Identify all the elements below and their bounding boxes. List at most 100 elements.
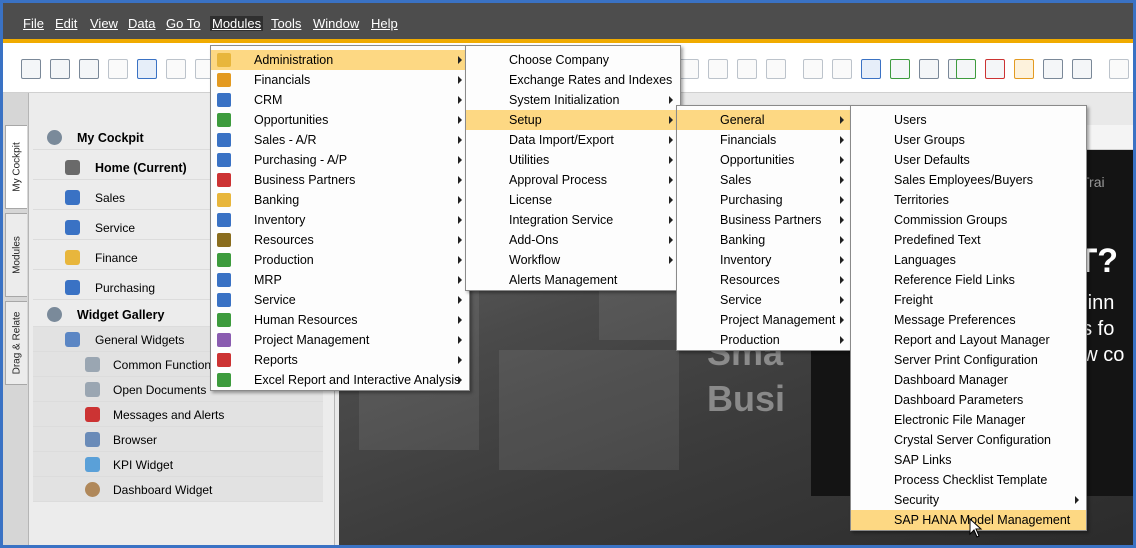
setup-item-resources[interactable]: Resources [677, 270, 851, 290]
general-item-users[interactable]: Users [851, 110, 1086, 130]
widget-browser[interactable]: Browser [33, 427, 323, 452]
setup-item-general[interactable]: General [677, 110, 851, 130]
administration-item-data-import-export[interactable]: Data Import/Export [466, 130, 680, 150]
general-item-sales-employees-buyers[interactable]: Sales Employees/Buyers [851, 170, 1086, 190]
modules-item-opportunities[interactable]: Opportunities [211, 110, 469, 130]
setup-item-service[interactable]: Service [677, 290, 851, 310]
administration-item-setup[interactable]: Setup [466, 110, 680, 130]
print-preview-icon[interactable] [21, 59, 41, 79]
fax-icon[interactable] [137, 59, 157, 79]
settings-icon[interactable] [766, 59, 786, 79]
general-item-freight[interactable]: Freight [851, 290, 1086, 310]
administration-item-workflow[interactable]: Workflow [466, 250, 680, 270]
modules-item-financials[interactable]: Financials [211, 70, 469, 90]
setup-item-inventory[interactable]: Inventory [677, 250, 851, 270]
general-item-security[interactable]: Security [851, 490, 1086, 510]
checklist-icon[interactable] [956, 59, 976, 79]
general-item-territories[interactable]: Territories [851, 190, 1086, 210]
modules-item-production[interactable]: Production [211, 250, 469, 270]
modules-item-resources[interactable]: Resources [211, 230, 469, 250]
administration-item-approval-process[interactable]: Approval Process [466, 170, 680, 190]
menu-go-to[interactable]: Go To [166, 16, 200, 31]
tab-my-cockpit[interactable]: My Cockpit [5, 125, 27, 209]
modules-item-label: Business Partners [254, 173, 356, 187]
database-icon[interactable] [861, 59, 881, 79]
menu-tools[interactable]: Tools [271, 16, 301, 31]
administration-item-choose-company[interactable]: Choose Company [466, 50, 680, 70]
gross-profit-icon[interactable] [737, 59, 757, 79]
administration-item-integration-service[interactable]: Integration Service [466, 210, 680, 230]
setup-item-project-management[interactable]: Project Management [677, 310, 851, 330]
modules-item-administration[interactable]: Administration [211, 50, 469, 70]
general-item-user-groups[interactable]: User Groups [851, 130, 1086, 150]
user-icon[interactable] [1072, 59, 1092, 79]
modules-item-banking[interactable]: Banking [211, 190, 469, 210]
administration-item-system-initialization[interactable]: System Initialization [466, 90, 680, 110]
general-item-languages[interactable]: Languages [851, 250, 1086, 270]
setup-item-banking[interactable]: Banking [677, 230, 851, 250]
modules-item-inventory[interactable]: Inventory [211, 210, 469, 230]
message-icon[interactable] [919, 59, 939, 79]
submenu-arrow-icon [840, 176, 844, 184]
general-item-electronic-file-manager[interactable]: Electronic File Manager [851, 410, 1086, 430]
general-item-dashboard-manager[interactable]: Dashboard Manager [851, 370, 1086, 390]
modules-item-mrp[interactable]: MRP [211, 270, 469, 290]
base-document-icon[interactable] [679, 59, 699, 79]
menu-modules[interactable]: Modules [210, 16, 264, 31]
general-item-predefined-text[interactable]: Predefined Text [851, 230, 1086, 250]
general-item-dashboard-parameters[interactable]: Dashboard Parameters [851, 390, 1086, 410]
menu-view[interactable]: View [90, 16, 118, 31]
general-item-reference-field-links[interactable]: Reference Field Links [851, 270, 1086, 290]
calendar-icon[interactable] [1014, 59, 1034, 79]
general-item-sap-links[interactable]: SAP Links [851, 450, 1086, 470]
general-item-server-print-configuration[interactable]: Server Print Configuration [851, 350, 1086, 370]
modules-item-excel-report-and-interactive-analysis[interactable]: Excel Report and Interactive Analysis [211, 370, 469, 390]
modules-item-service[interactable]: Service [211, 290, 469, 310]
general-item-message-preferences[interactable]: Message Preferences [851, 310, 1086, 330]
sms-icon[interactable] [108, 59, 128, 79]
modules-item-crm[interactable]: CRM [211, 90, 469, 110]
widget-messages-alerts[interactable]: Messages and Alerts [33, 402, 323, 427]
target-document-icon[interactable] [708, 59, 728, 79]
menu-edit[interactable]: Edit [55, 16, 77, 31]
org-chart-icon[interactable] [1043, 59, 1063, 79]
tab-drag-relate[interactable]: Drag & Relate [5, 301, 27, 385]
setup-item-sales[interactable]: Sales [677, 170, 851, 190]
modules-item-project-management[interactable]: Project Management [211, 330, 469, 350]
widget-kpi[interactable]: KPI Widget [33, 452, 323, 477]
export-excel-icon[interactable] [166, 59, 186, 79]
menu-data[interactable]: Data [128, 16, 155, 31]
menu-help[interactable]: Help [371, 16, 398, 31]
general-item-process-checklist-template[interactable]: Process Checklist Template [851, 470, 1086, 490]
query-wizard-icon[interactable] [890, 59, 910, 79]
administration-item-add-ons[interactable]: Add-Ons [466, 230, 680, 250]
modules-item-reports[interactable]: Reports [211, 350, 469, 370]
email-icon[interactable] [79, 59, 99, 79]
modules-item-business-partners[interactable]: Business Partners [211, 170, 469, 190]
general-item-user-defaults[interactable]: User Defaults [851, 150, 1086, 170]
widget-dashboard[interactable]: Dashboard Widget [33, 477, 323, 502]
setup-item-production[interactable]: Production [677, 330, 851, 350]
print-icon[interactable] [50, 59, 70, 79]
administration-item-exchange-rates-and-indexes[interactable]: Exchange Rates and Indexes [466, 70, 680, 90]
menu-window[interactable]: Window [313, 16, 359, 31]
general-item-crystal-server-configuration[interactable]: Crystal Server Configuration [851, 430, 1086, 450]
modules-item-human-resources[interactable]: Human Resources [211, 310, 469, 330]
alert-mail-icon[interactable] [985, 59, 1005, 79]
modules-item-purchasing-a-p[interactable]: Purchasing - A/P [211, 150, 469, 170]
form-settings-icon[interactable] [832, 59, 852, 79]
setup-item-business-partners[interactable]: Business Partners [677, 210, 851, 230]
administration-item-license[interactable]: License [466, 190, 680, 210]
setup-item-purchasing[interactable]: Purchasing [677, 190, 851, 210]
administration-item-alerts-management[interactable]: Alerts Management [466, 270, 680, 290]
menu-file[interactable]: File [23, 16, 44, 31]
general-item-commission-groups[interactable]: Commission Groups [851, 210, 1086, 230]
general-item-report-and-layout-manager[interactable]: Report and Layout Manager [851, 330, 1086, 350]
lock-screen-icon[interactable] [1109, 59, 1129, 79]
tab-modules[interactable]: Modules [5, 213, 27, 297]
setup-item-opportunities[interactable]: Opportunities [677, 150, 851, 170]
setup-item-financials[interactable]: Financials [677, 130, 851, 150]
modules-item-sales-a-r[interactable]: Sales - A/R [211, 130, 469, 150]
administration-item-utilities[interactable]: Utilities [466, 150, 680, 170]
edit-form-icon[interactable] [803, 59, 823, 79]
